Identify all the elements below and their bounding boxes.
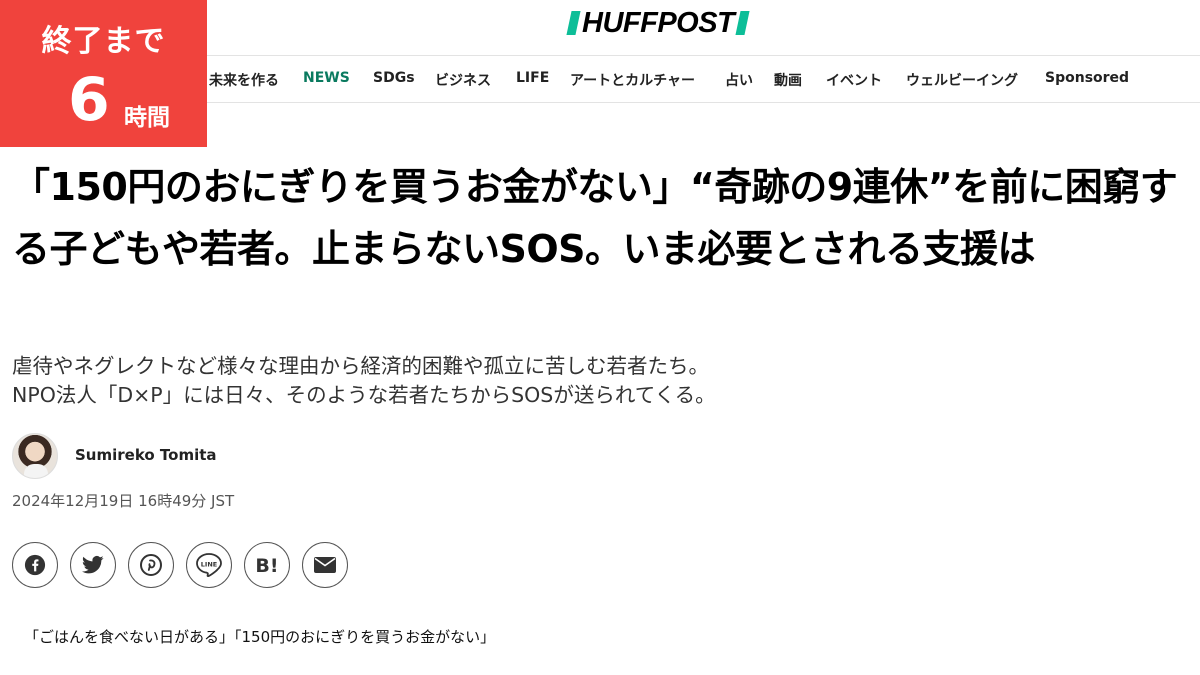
hatena-bookmark-icon: B! [255,555,278,576]
author-avatar[interactable] [12,433,58,479]
author-name[interactable]: Sumireko Tomita [75,446,217,464]
article-first-paragraph: 「ごはんを食べない日がある」「150円のおにぎりを買うお金がない」 [24,628,496,646]
logo-text: HUFFPOST [582,7,735,39]
line-icon-text: LINE [201,561,217,569]
twitter-icon [82,555,104,574]
main-nav: 未来を作る NEWS SDGs ビジネス LIFE アートとカルチャー 占い 動… [207,70,1200,92]
nav-item-fortune[interactable]: 占い [725,70,753,90]
email-share-button[interactable] [302,542,348,588]
nav-item-sponsored[interactable]: Sponsored [1045,70,1129,86]
countdown-number: 6 [68,65,110,135]
nav-item-video[interactable]: 動画 [774,70,802,90]
nav-item-events[interactable]: イベント [826,70,882,90]
pinterest-icon [140,554,162,576]
dek-line-2: NPO法人「D×P」には日々、そのような若者たちからSOSが送られてくる。 [12,383,716,407]
facebook-share-button[interactable] [12,542,58,588]
line-share-button[interactable]: LINE [186,542,232,588]
nav-item-art-culture[interactable]: アートとカルチャー [570,70,695,90]
nav-item-future[interactable]: 未来を作る [209,70,279,90]
countdown-label: 終了まで [41,24,166,59]
nav-item-life[interactable]: LIFE [516,70,549,86]
share-buttons: LINE B! [12,542,348,588]
nav-item-business[interactable]: ビジネス [435,70,491,90]
publish-date: 2024年12月19日 16時49分 JST [12,492,235,510]
huffpost-logo[interactable]: HUFFPOST [566,7,750,39]
hatena-icon-text: B! [255,555,278,576]
countdown-badge: 終了まで 6 時間 [0,0,207,147]
pinterest-share-button[interactable] [128,542,174,588]
facebook-icon [24,554,46,576]
article-headline: 「150円のおにぎりを買うお金がない」“奇跡の9連休”を前に困窮する子どもや若者… [12,165,1178,271]
twitter-share-button[interactable] [70,542,116,588]
email-icon [314,557,336,573]
article-dek: 虐待やネグレクトなど様々な理由から経済的困難や孤立に苦しむ若者たち。 NPO法人… [12,352,1162,410]
nav-item-news[interactable]: NEWS [303,70,350,86]
countdown-unit: 時間 [124,105,170,131]
nav-item-sdgs[interactable]: SDGs [373,70,415,86]
dek-line-1: 虐待やネグレクトなど様々な理由から経済的困難や孤立に苦しむ若者たち。 [12,354,709,378]
line-icon: LINE [196,553,222,578]
hatena-bookmark-share-button[interactable]: B! [244,542,290,588]
nav-item-wellbeing[interactable]: ウェルビーイング [906,70,1018,90]
